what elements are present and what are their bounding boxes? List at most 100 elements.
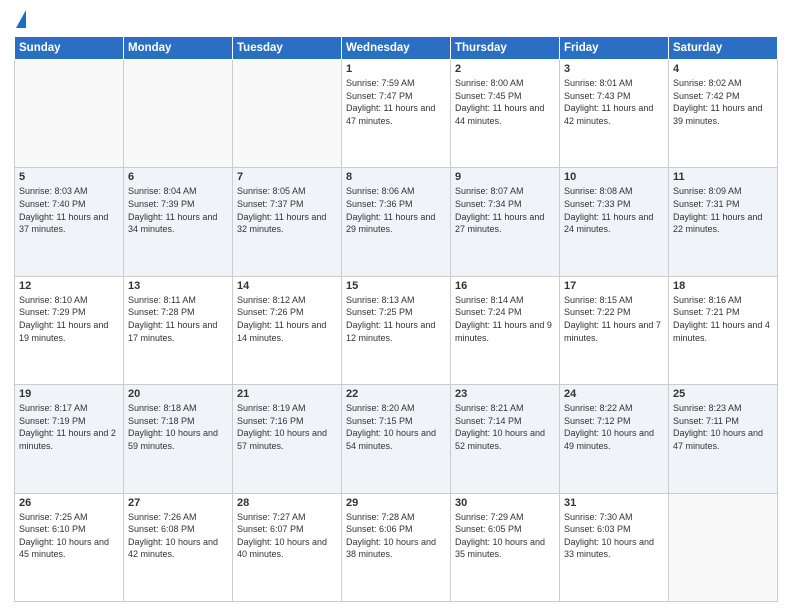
calendar-cell: 9 Sunrise: 8:07 AM Sunset: 7:34 PM Daylig… — [451, 168, 560, 276]
day-info: Sunrise: 8:19 AM Sunset: 7:16 PM Dayligh… — [237, 402, 337, 452]
day-info: Sunrise: 8:12 AM Sunset: 7:26 PM Dayligh… — [237, 294, 337, 344]
day-number: 6 — [128, 171, 228, 183]
day-number: 8 — [346, 171, 446, 183]
day-info: Sunrise: 7:28 AM Sunset: 6:06 PM Dayligh… — [346, 511, 446, 561]
day-info: Sunrise: 7:25 AM Sunset: 6:10 PM Dayligh… — [19, 511, 119, 561]
day-number: 25 — [673, 388, 773, 400]
day-info: Sunrise: 8:05 AM Sunset: 7:37 PM Dayligh… — [237, 185, 337, 235]
day-number: 19 — [19, 388, 119, 400]
weekday-header-row: SundayMondayTuesdayWednesdayThursdayFrid… — [15, 37, 778, 60]
day-number: 29 — [346, 497, 446, 509]
day-info: Sunrise: 8:13 AM Sunset: 7:25 PM Dayligh… — [346, 294, 446, 344]
day-info: Sunrise: 8:10 AM Sunset: 7:29 PM Dayligh… — [19, 294, 119, 344]
calendar-cell: 20 Sunrise: 8:18 AM Sunset: 7:18 PM Dayli… — [124, 385, 233, 493]
weekday-header-monday: Monday — [124, 37, 233, 60]
day-info: Sunrise: 8:21 AM Sunset: 7:14 PM Dayligh… — [455, 402, 555, 452]
day-info: Sunrise: 8:01 AM Sunset: 7:43 PM Dayligh… — [564, 77, 664, 127]
day-info: Sunrise: 8:08 AM Sunset: 7:33 PM Dayligh… — [564, 185, 664, 235]
day-number: 24 — [564, 388, 664, 400]
calendar-week-row: 19 Sunrise: 8:17 AM Sunset: 7:19 PM Dayli… — [15, 385, 778, 493]
calendar-cell: 28Sunrise: 7:27 AM Sunset: 6:07 PM Dayli… — [233, 493, 342, 601]
day-number: 31 — [564, 497, 664, 509]
weekday-header-saturday: Saturday — [669, 37, 778, 60]
calendar-cell — [15, 60, 124, 168]
calendar-cell: 13 Sunrise: 8:11 AM Sunset: 7:28 PM Dayli… — [124, 276, 233, 384]
calendar-cell: 24 Sunrise: 8:22 AM Sunset: 7:12 PM Dayli… — [560, 385, 669, 493]
page: SundayMondayTuesdayWednesdayThursdayFrid… — [0, 0, 792, 612]
day-number: 9 — [455, 171, 555, 183]
day-info: Sunrise: 8:17 AM Sunset: 7:19 PM Dayligh… — [19, 402, 119, 452]
calendar-cell: 31 Sunrise: 7:30 AM Sunset: 6:03 PM Dayli… — [560, 493, 669, 601]
calendar-cell — [233, 60, 342, 168]
calendar-cell: 30 Sunrise: 7:29 AM Sunset: 6:05 PM Dayli… — [451, 493, 560, 601]
day-info: Sunrise: 8:14 AM Sunset: 7:24 PM Dayligh… — [455, 294, 555, 344]
day-number: 18 — [673, 280, 773, 292]
calendar-cell: 12 Sunrise: 8:10 AM Sunset: 7:29 PM Dayli… — [15, 276, 124, 384]
day-number: 13 — [128, 280, 228, 292]
day-info: Sunrise: 7:26 AM Sunset: 6:08 PM Dayligh… — [128, 511, 228, 561]
day-number: 11 — [673, 171, 773, 183]
day-number: 2 — [455, 63, 555, 75]
day-number: 15 — [346, 280, 446, 292]
calendar-cell: 27 Sunrise: 7:26 AM Sunset: 6:08 PM Dayli… — [124, 493, 233, 601]
calendar-week-row: 26 Sunrise: 7:25 AM Sunset: 6:10 PM Dayli… — [15, 493, 778, 601]
day-info: Sunrise: 8:23 AM Sunset: 7:11 PM Dayligh… — [673, 402, 773, 452]
day-number: 1 — [346, 63, 446, 75]
day-info: Sunrise: 8:16 AM Sunset: 7:21 PM Dayligh… — [673, 294, 773, 344]
calendar-cell — [124, 60, 233, 168]
calendar-cell: 25 Sunrise: 8:23 AM Sunset: 7:11 PM Dayli… — [669, 385, 778, 493]
day-number: 23 — [455, 388, 555, 400]
day-number: 30 — [455, 497, 555, 509]
day-number: 20 — [128, 388, 228, 400]
day-info: Sunrise: 7:59 AM Sunset: 7:47 PM Dayligh… — [346, 77, 446, 127]
day-info: Sunrise: 7:30 AM Sunset: 6:03 PM Dayligh… — [564, 511, 664, 561]
calendar-cell: 29 Sunrise: 7:28 AM Sunset: 6:06 PM Dayli… — [342, 493, 451, 601]
calendar-cell: 6 Sunrise: 8:04 AM Sunset: 7:39 PM Daylig… — [124, 168, 233, 276]
day-info: Sunrise: 8:07 AM Sunset: 7:34 PM Dayligh… — [455, 185, 555, 235]
calendar-cell: 26 Sunrise: 7:25 AM Sunset: 6:10 PM Dayli… — [15, 493, 124, 601]
day-info: Sunrise: 8:15 AM Sunset: 7:22 PM Dayligh… — [564, 294, 664, 344]
calendar-cell: 11 Sunrise: 8:09 AM Sunset: 7:31 PM Dayli… — [669, 168, 778, 276]
weekday-header-tuesday: Tuesday — [233, 37, 342, 60]
day-number: 10 — [564, 171, 664, 183]
calendar-cell: 14Sunrise: 8:12 AM Sunset: 7:26 PM Dayli… — [233, 276, 342, 384]
calendar-cell: 16Sunrise: 8:14 AM Sunset: 7:24 PM Dayli… — [451, 276, 560, 384]
weekday-header-sunday: Sunday — [15, 37, 124, 60]
day-number: 5 — [19, 171, 119, 183]
day-number: 27 — [128, 497, 228, 509]
day-number: 17 — [564, 280, 664, 292]
day-info: Sunrise: 8:04 AM Sunset: 7:39 PM Dayligh… — [128, 185, 228, 235]
weekday-header-thursday: Thursday — [451, 37, 560, 60]
day-number: 26 — [19, 497, 119, 509]
day-number: 4 — [673, 63, 773, 75]
calendar-cell: 19 Sunrise: 8:17 AM Sunset: 7:19 PM Dayli… — [15, 385, 124, 493]
day-info: Sunrise: 8:18 AM Sunset: 7:18 PM Dayligh… — [128, 402, 228, 452]
calendar-cell: 18 Sunrise: 8:16 AM Sunset: 7:21 PM Dayli… — [669, 276, 778, 384]
day-info: Sunrise: 8:00 AM Sunset: 7:45 PM Dayligh… — [455, 77, 555, 127]
calendar-cell: 23 Sunrise: 8:21 AM Sunset: 7:14 PM Dayli… — [451, 385, 560, 493]
calendar-week-row: 12 Sunrise: 8:10 AM Sunset: 7:29 PM Dayli… — [15, 276, 778, 384]
day-info: Sunrise: 8:02 AM Sunset: 7:42 PM Dayligh… — [673, 77, 773, 127]
day-number: 12 — [19, 280, 119, 292]
calendar-cell: 8Sunrise: 8:06 AM Sunset: 7:36 PM Daylig… — [342, 168, 451, 276]
calendar-table: SundayMondayTuesdayWednesdayThursdayFrid… — [14, 36, 778, 602]
day-info: Sunrise: 8:22 AM Sunset: 7:12 PM Dayligh… — [564, 402, 664, 452]
header — [14, 10, 778, 28]
day-number: 7 — [237, 171, 337, 183]
logo — [14, 10, 26, 28]
calendar-cell: 10 Sunrise: 8:08 AM Sunset: 7:33 PM Dayli… — [560, 168, 669, 276]
calendar-cell: 2 Sunrise: 8:00 AM Sunset: 7:45 PM Daylig… — [451, 60, 560, 168]
day-info: Sunrise: 8:11 AM Sunset: 7:28 PM Dayligh… — [128, 294, 228, 344]
calendar-cell: 22Sunrise: 8:20 AM Sunset: 7:15 PM Dayli… — [342, 385, 451, 493]
calendar-cell: 17 Sunrise: 8:15 AM Sunset: 7:22 PM Dayli… — [560, 276, 669, 384]
weekday-header-friday: Friday — [560, 37, 669, 60]
calendar-cell: 1 Sunrise: 7:59 AM Sunset: 7:47 PM Daylig… — [342, 60, 451, 168]
calendar-cell: 4 Sunrise: 8:02 AM Sunset: 7:42 PM Daylig… — [669, 60, 778, 168]
day-info: Sunrise: 8:09 AM Sunset: 7:31 PM Dayligh… — [673, 185, 773, 235]
calendar-cell: 15 Sunrise: 8:13 AM Sunset: 7:25 PM Dayli… — [342, 276, 451, 384]
calendar-week-row: 5Sunrise: 8:03 AM Sunset: 7:40 PM Daylig… — [15, 168, 778, 276]
calendar-cell: 21 Sunrise: 8:19 AM Sunset: 7:16 PM Dayli… — [233, 385, 342, 493]
calendar-cell: 5Sunrise: 8:03 AM Sunset: 7:40 PM Daylig… — [15, 168, 124, 276]
day-info: Sunrise: 7:29 AM Sunset: 6:05 PM Dayligh… — [455, 511, 555, 561]
day-number: 21 — [237, 388, 337, 400]
